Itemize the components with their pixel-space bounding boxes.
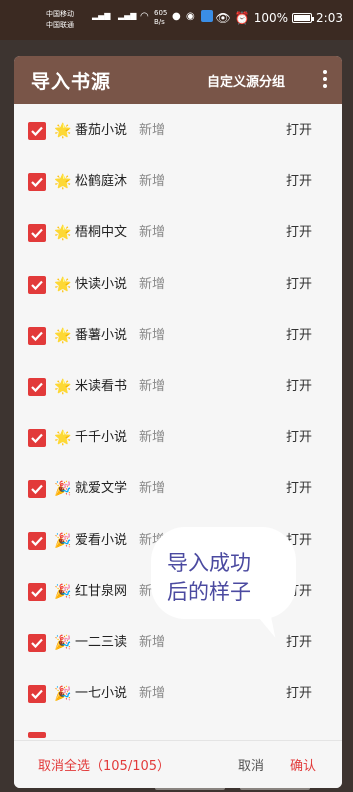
source-row[interactable]: 🌟 快读小说 新增 打开 bbox=[14, 258, 342, 309]
source-name: 快读小说 bbox=[75, 276, 128, 292]
source-list[interactable]: 🌟 番茄小说 新增 打开 🌟 松鹤庭沐 新增 打开 🌟 梧桐中文 新增 打开 🌟 快读小说 新增 打开 🌟 番薯小… bbox=[14, 104, 342, 740]
source-name: 就爱文学 bbox=[75, 481, 128, 497]
alarm-icon: ⏰ bbox=[234, 11, 250, 25]
custom-group-button[interactable]: 自定义源分组 bbox=[207, 71, 285, 90]
clock: 2:03 bbox=[316, 11, 343, 25]
checkbox[interactable] bbox=[28, 429, 46, 448]
source-status: 新增 bbox=[139, 123, 166, 138]
source-status: 新增 bbox=[139, 327, 166, 343]
source-status: 新增 bbox=[139, 174, 166, 190]
source-name: 梧桐中文 bbox=[75, 225, 128, 241]
network-speed: 605 B/s bbox=[154, 9, 168, 26]
source-row[interactable]: 🌟 米读看书 新增 打开 bbox=[14, 360, 342, 411]
open-button[interactable]: 打开 bbox=[286, 429, 312, 447]
checkbox[interactable] bbox=[28, 378, 46, 396]
checkbox[interactable] bbox=[28, 275, 46, 294]
source-row[interactable]: 🌟 番薯小说 新增 打开 bbox=[14, 309, 342, 360]
source-emoji: 🎉 bbox=[54, 635, 72, 651]
source-emoji: 🌟 bbox=[54, 174, 72, 191]
signal-icon: ▂▄▆ bbox=[92, 11, 111, 20]
cancel-button[interactable]: 取消 bbox=[238, 755, 264, 774]
status-bar: 中国移动 中国联通 ▂▄▆ ▂▄▆ ◠ 605 B/s ● ◉ 👁 ⏰ 100% … bbox=[0, 0, 353, 40]
source-row[interactable]: 🌟 梧桐中文 新增 打开 bbox=[14, 206, 342, 257]
speech-bubble-text: 导入成功 后的样子 bbox=[167, 549, 283, 607]
source-row[interactable]: 🎉 一二三读 新增 打开 bbox=[14, 616, 342, 667]
open-button[interactable]: 打开 bbox=[286, 173, 312, 191]
source-status: 新增 bbox=[139, 276, 166, 292]
app-icon: ◉ bbox=[186, 11, 195, 22]
source-row[interactable]: 🎉 一七小说 新增 打开 bbox=[14, 667, 342, 718]
checkbox[interactable] bbox=[28, 634, 46, 652]
wifi-icon: ◠ bbox=[140, 11, 149, 22]
source-name: 千千小说 bbox=[75, 430, 128, 446]
confirm-button[interactable]: 确认 bbox=[290, 755, 316, 774]
source-row-partial bbox=[14, 732, 342, 740]
source-status: 新增 bbox=[139, 635, 166, 650]
source-status: 新增 bbox=[139, 225, 166, 241]
source-row[interactable]: 🌟 番茄小说 新增 打开 bbox=[14, 104, 342, 155]
annotation-line-2: 后的样子 bbox=[167, 580, 251, 604]
open-button[interactable]: 打开 bbox=[286, 634, 312, 652]
source-emoji: 🌟 bbox=[54, 379, 72, 395]
checkbox[interactable] bbox=[28, 582, 46, 601]
source-name: 一七小说 bbox=[75, 686, 128, 702]
open-button[interactable]: 打开 bbox=[286, 480, 312, 498]
source-status: 新增 bbox=[139, 481, 166, 497]
source-emoji: 🎉 bbox=[54, 532, 72, 549]
source-name: 番薯小说 bbox=[75, 327, 128, 343]
checkbox[interactable] bbox=[28, 122, 46, 140]
source-name: 番茄小说 bbox=[75, 123, 128, 138]
open-button[interactable]: 打开 bbox=[286, 378, 312, 396]
source-emoji: 🎉 bbox=[54, 686, 72, 703]
checkbox[interactable] bbox=[28, 224, 46, 243]
source-emoji: 🌟 bbox=[54, 430, 72, 447]
open-button[interactable]: 打开 bbox=[286, 327, 312, 345]
carrier-2: 中国联通 bbox=[46, 21, 74, 29]
source-name: 米读看书 bbox=[75, 379, 128, 394]
deselect-all-button[interactable]: 取消全选（105/105） bbox=[38, 755, 170, 774]
checkbox[interactable] bbox=[28, 531, 46, 550]
source-status: 新增 bbox=[139, 430, 166, 446]
open-button[interactable]: 打开 bbox=[286, 224, 312, 242]
checkbox[interactable] bbox=[28, 173, 46, 192]
battery-percent: 100% bbox=[253, 11, 289, 25]
open-button[interactable]: 打开 bbox=[286, 276, 312, 294]
checkbox[interactable] bbox=[28, 685, 46, 704]
source-emoji: 🎉 bbox=[54, 583, 72, 600]
open-button[interactable]: 打开 bbox=[286, 685, 312, 703]
source-emoji: 🌟 bbox=[54, 327, 72, 344]
source-emoji: 🎉 bbox=[54, 481, 72, 498]
carrier-labels: 中国移动 中国联通 bbox=[46, 9, 74, 31]
more-vert-icon[interactable] bbox=[318, 68, 332, 90]
source-name: 一二三读 bbox=[75, 635, 128, 650]
annotation-line-1: 导入成功 bbox=[167, 551, 251, 575]
dialog-title: 导入书源 bbox=[31, 71, 112, 93]
eye-icon: 👁 bbox=[215, 11, 231, 25]
import-source-dialog: 导入书源 自定义源分组 🌟 番茄小说 新增 打开 🌟 松鹤庭沐 新增 打开 🌟 梧桐中文 新增 打开 🌟… bbox=[14, 56, 342, 788]
dialog-footer: 取消全选（105/105） 取消 确认 bbox=[14, 740, 342, 788]
source-row[interactable]: 🌟 松鹤庭沐 新增 打开 bbox=[14, 155, 342, 206]
source-emoji: 🌟 bbox=[54, 123, 72, 139]
checkbox[interactable] bbox=[28, 326, 46, 345]
source-emoji: 🌟 bbox=[54, 276, 72, 293]
notification-app-icon bbox=[201, 10, 213, 22]
source-name: 红甘泉网 bbox=[75, 583, 128, 599]
source-row[interactable]: 🌟 千千小说 新增 打开 bbox=[14, 411, 342, 462]
signal-icon-2: ▂▄▆ bbox=[118, 11, 137, 20]
source-name: 爱看小说 bbox=[75, 532, 128, 548]
open-button[interactable]: 打开 bbox=[286, 122, 312, 140]
source-emoji: 🌟 bbox=[54, 225, 72, 242]
source-name: 松鹤庭沐 bbox=[75, 174, 128, 190]
source-status: 新增 bbox=[139, 686, 166, 702]
chat-icon: ● bbox=[172, 11, 181, 22]
source-status: 新增 bbox=[139, 379, 166, 394]
dialog-header: 导入书源 自定义源分组 bbox=[14, 56, 342, 104]
source-row[interactable]: 🎉 就爱文学 新增 打开 bbox=[14, 462, 342, 513]
checkbox[interactable] bbox=[28, 480, 46, 499]
battery-icon bbox=[292, 13, 315, 23]
carrier-1: 中国移动 bbox=[46, 10, 74, 18]
status-right: 👁 ⏰ 100% 2:03 bbox=[216, 11, 343, 25]
